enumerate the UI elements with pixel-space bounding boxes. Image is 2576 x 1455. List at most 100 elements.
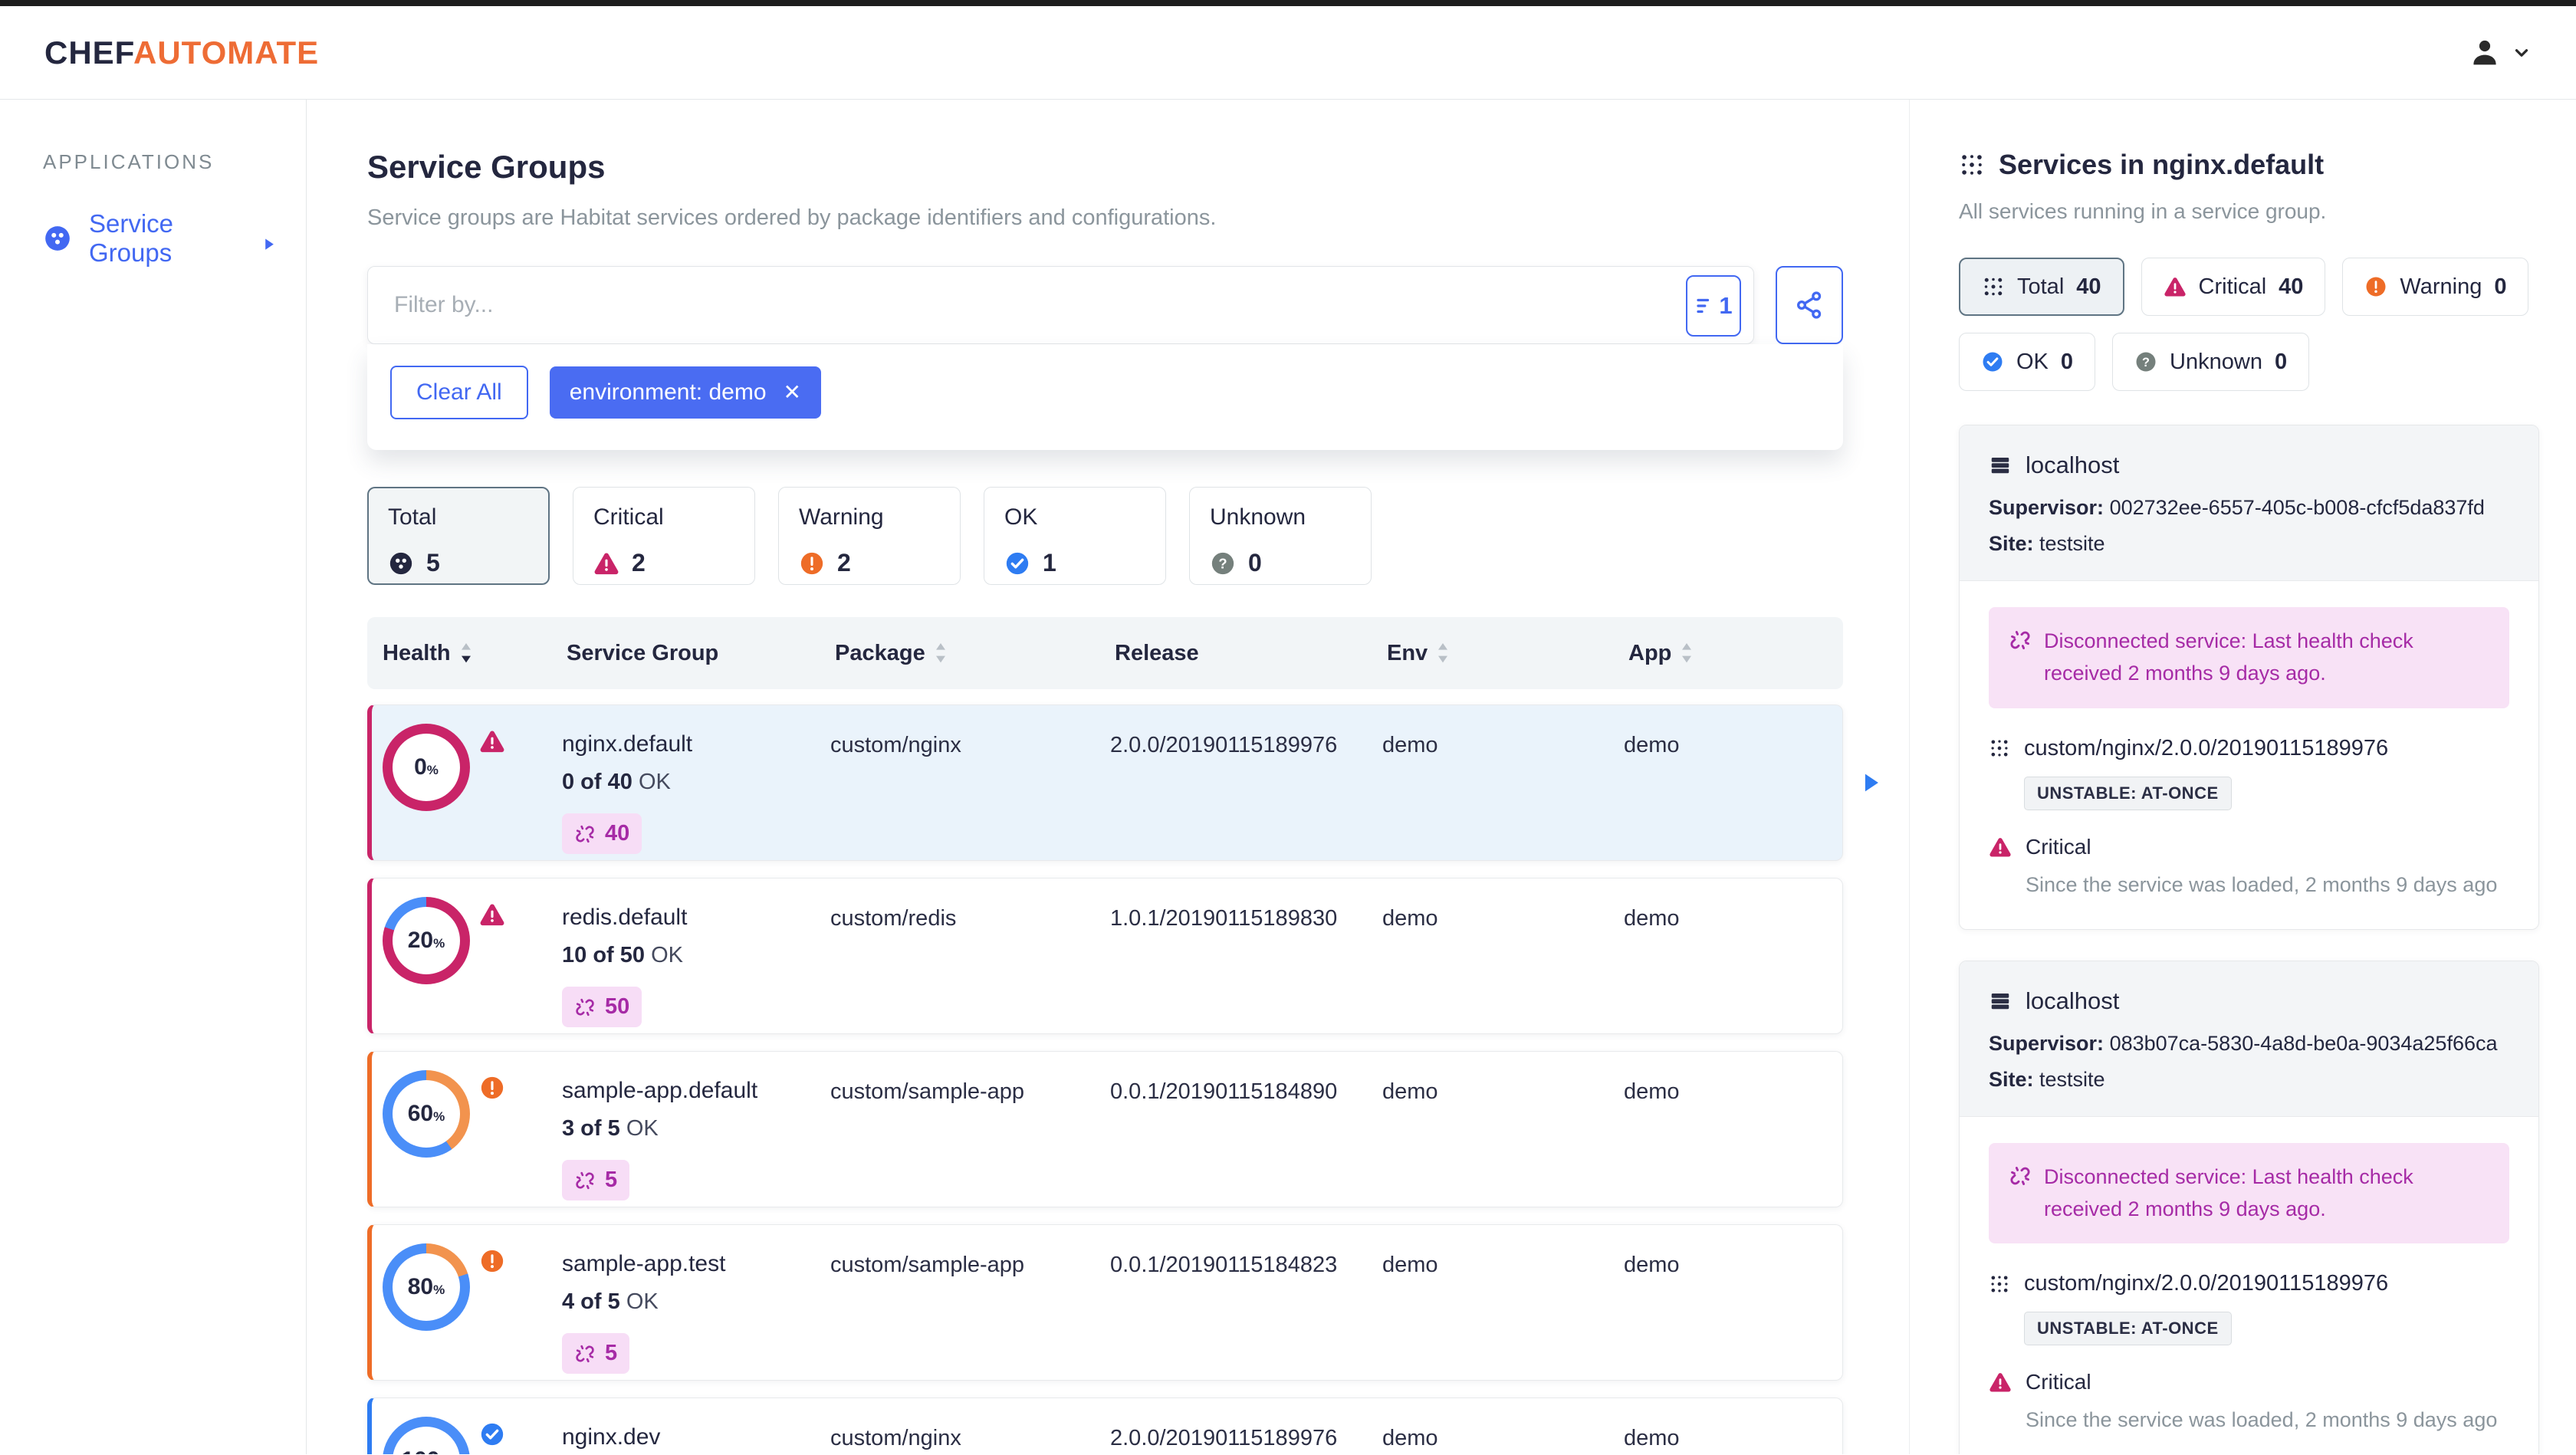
warning-icon bbox=[799, 550, 825, 576]
table-column-header: Health bbox=[383, 641, 567, 666]
window-top-strip bbox=[0, 0, 2576, 6]
app-cell: demo bbox=[1624, 1426, 1680, 1450]
dots-icon bbox=[1959, 152, 1985, 178]
disconnected-alert: Disconnected service: Last health check … bbox=[1989, 1142, 2509, 1244]
status-tab-label: Critical bbox=[593, 504, 664, 530]
filter-count: 1 bbox=[1719, 292, 1733, 319]
disconnected-alert-text: Disconnected service: Last health check … bbox=[2044, 1164, 2413, 1220]
service-group-row[interactable]: 60% sample-app.default 3 of 5 OK 5 custo… bbox=[367, 1051, 1843, 1207]
service-group-cell: nginx.dev 10 of 10 OK 10 bbox=[562, 1398, 830, 1454]
host-name: localhost bbox=[2026, 987, 2120, 1014]
badge-label: Warning bbox=[2400, 274, 2482, 299]
status-tab[interactable]: Unknown ? 0 bbox=[1189, 487, 1372, 585]
filter-chip[interactable]: environment: demo ✕ bbox=[549, 366, 821, 419]
status-tab[interactable]: Warning 2 bbox=[778, 487, 961, 585]
service-group-row[interactable]: 0% nginx.default 0 of 40 OK 40 custom/ng… bbox=[367, 705, 1878, 861]
column-label: Env bbox=[1387, 640, 1428, 665]
update-strategy-badge: UNSTABLE: AT-ONCE bbox=[2024, 776, 2232, 810]
dots-icon bbox=[1989, 737, 2010, 759]
svg-text:?: ? bbox=[2142, 356, 2150, 369]
site-label: Site: bbox=[1989, 1067, 2034, 1091]
panel-status-badge[interactable]: Warning 0 bbox=[2342, 258, 2529, 316]
user-menu[interactable] bbox=[2467, 35, 2532, 71]
env-cell: demo bbox=[1382, 1079, 1438, 1104]
share-button[interactable] bbox=[1776, 266, 1843, 344]
services-panel: Services in nginx.default All services r… bbox=[1909, 100, 2576, 1454]
status-tab-label: Warning bbox=[799, 504, 884, 530]
app-cell: demo bbox=[1624, 733, 1680, 757]
status-tab[interactable]: Total 5 bbox=[367, 487, 550, 585]
sort-icon[interactable] bbox=[935, 642, 947, 665]
status-tab[interactable]: Critical 2 bbox=[573, 487, 755, 585]
disconnected-icon bbox=[2009, 1164, 2032, 1187]
health-percent: 100 bbox=[401, 1447, 439, 1454]
package-cell: custom/redis bbox=[830, 906, 957, 931]
service-group-cell: sample-app.test 4 of 5 OK 5 bbox=[562, 1225, 830, 1380]
ok-count: 0 of 40 bbox=[562, 770, 632, 794]
page-title: Service Groups bbox=[367, 149, 606, 185]
service-health: Critical bbox=[2026, 1370, 2091, 1394]
panel-status-badge[interactable]: OK 0 bbox=[1959, 333, 2096, 391]
critical-icon bbox=[479, 902, 505, 928]
sort-icon[interactable] bbox=[1681, 642, 1693, 665]
disconnected-icon bbox=[574, 1170, 596, 1191]
service-group-icon bbox=[43, 224, 72, 253]
disconnected-badge: 40 bbox=[562, 813, 642, 854]
service-package: custom/nginx/2.0.0/20190115189976 bbox=[2024, 735, 2389, 760]
close-icon[interactable]: ✕ bbox=[784, 382, 801, 403]
status-tab-count: 0 bbox=[1248, 549, 1262, 576]
badge-count: 0 bbox=[2494, 274, 2507, 299]
filter-input-wrap: 1 bbox=[367, 266, 1754, 344]
status-tab[interactable]: OK 1 bbox=[984, 487, 1166, 585]
chef-automate-logo[interactable]: CHEFAUTOMATE bbox=[44, 34, 319, 71]
disconnected-alert-text: Disconnected service: Last health check … bbox=[2044, 629, 2413, 685]
disconnected-alert: Disconnected service: Last health check … bbox=[1989, 607, 2509, 708]
health-donut: 60% bbox=[383, 1070, 470, 1158]
service-card-body: Disconnected service: Last health check … bbox=[1960, 1117, 2538, 1454]
badge-label: Total bbox=[2017, 274, 2065, 299]
table-column-header: Release bbox=[1115, 641, 1387, 666]
panel-status-badge[interactable]: Total 40 bbox=[1959, 258, 2124, 316]
service-group-cell: redis.default 10 of 50 OK 50 bbox=[562, 879, 830, 1033]
disconnected-icon bbox=[574, 823, 596, 845]
panel-title: Services in nginx.default bbox=[1999, 149, 2325, 180]
column-label: Package bbox=[835, 640, 925, 665]
health-since-text: Since the service was loaded, 2 months 9… bbox=[2026, 1408, 2498, 1432]
env-cell: demo bbox=[1382, 906, 1438, 931]
health-donut: 80% bbox=[383, 1243, 470, 1331]
badge-label: Critical bbox=[2198, 274, 2267, 299]
app-cell: demo bbox=[1624, 1253, 1680, 1277]
sort-icon[interactable] bbox=[1437, 642, 1449, 665]
ok-suffix: OK bbox=[638, 770, 671, 794]
panel-status-badge[interactable]: Critical 40 bbox=[2141, 258, 2326, 316]
sidebar-item-service-groups[interactable]: Service Groups bbox=[43, 209, 306, 268]
disconnected-icon bbox=[2009, 629, 2032, 652]
chevron-right-icon bbox=[261, 229, 277, 250]
svg-text:?: ? bbox=[1218, 555, 1227, 571]
service-card-header: localhost Supervisor: 083b07ca-5830-4a8d… bbox=[1960, 961, 2538, 1117]
sort-icon[interactable] bbox=[460, 642, 472, 665]
filter-input[interactable] bbox=[368, 292, 1753, 318]
critical-icon bbox=[479, 728, 505, 754]
service-group-row[interactable]: 20% redis.default 10 of 50 OK 50 custom/… bbox=[367, 878, 1843, 1034]
ok-icon bbox=[1004, 550, 1030, 576]
badge-count: 0 bbox=[2274, 349, 2288, 374]
badge-count: 0 bbox=[2060, 349, 2074, 374]
service-group-row[interactable]: 80% sample-app.test 4 of 5 OK 5 custom/s… bbox=[367, 1224, 1843, 1381]
filter-count-button[interactable]: 1 bbox=[1686, 275, 1741, 337]
table-column-header: App bbox=[1628, 641, 1828, 666]
top-nav: CHEFAUTOMATE bbox=[0, 6, 2576, 100]
package-cell: custom/sample-app bbox=[830, 1079, 1025, 1104]
host-name: localhost bbox=[2026, 452, 2120, 478]
share-icon bbox=[1794, 290, 1825, 320]
panel-status-badge[interactable]: ? Unknown 0 bbox=[2112, 333, 2310, 391]
service-group-name: sample-app.default bbox=[562, 1078, 758, 1103]
clear-all-button[interactable]: Clear All bbox=[390, 366, 528, 419]
health-since-text: Since the service was loaded, 2 months 9… bbox=[2026, 872, 2498, 896]
service-group-name: redis.default bbox=[562, 905, 688, 930]
page-subtitle: Service groups are Habitat services orde… bbox=[367, 205, 1217, 230]
service-cards: localhost Supervisor: 002732ee-6557-405c… bbox=[1959, 425, 2539, 1454]
service-group-row[interactable]: 100% nginx.dev 10 of 10 OK 10 custom/ngi… bbox=[367, 1398, 1843, 1454]
package-cell: custom/nginx bbox=[830, 1426, 961, 1450]
ok-suffix: OK bbox=[626, 1289, 659, 1314]
